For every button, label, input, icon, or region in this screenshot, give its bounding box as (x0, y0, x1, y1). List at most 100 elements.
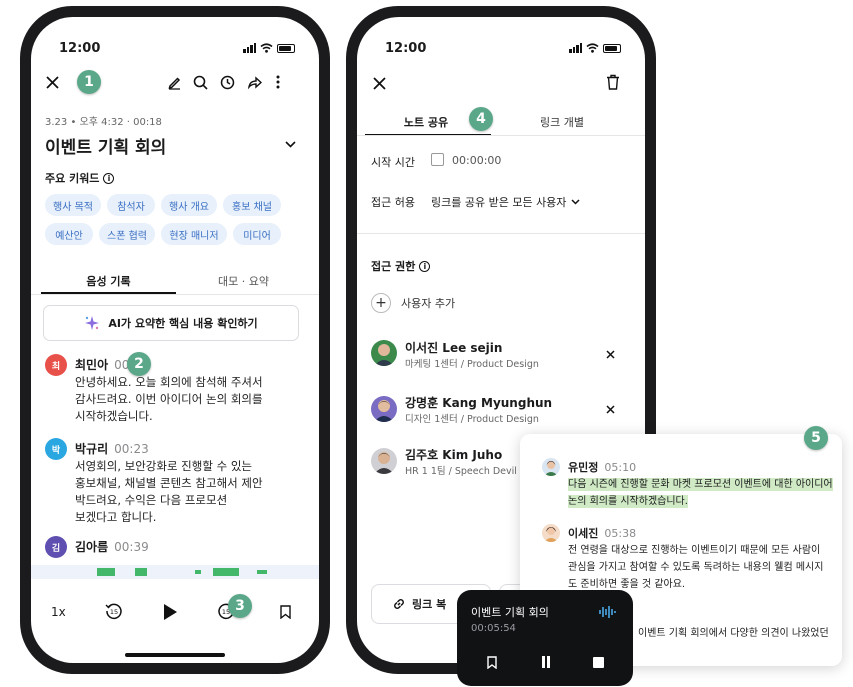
stop-icon[interactable] (591, 654, 605, 670)
commenter-name: 이세진 05:38 (568, 525, 636, 541)
tab-note-share[interactable]: 노트 공유 (371, 114, 481, 130)
keyword-chip[interactable]: 스폰 협력 (99, 223, 155, 245)
waveform-icon (599, 604, 617, 618)
bookmark-icon[interactable] (485, 654, 499, 670)
speaker-name: 최민아 00 (75, 356, 129, 373)
recording-screen: 12:00 1 3.23 • 오후 4:32 · 00:18 이벤트 기획 회의… (31, 17, 319, 663)
access-dropdown[interactable]: 링크를 공유 받은 모든 사용자 (431, 194, 580, 210)
comment-body: 다음 시즌에 진행할 문화 마켓 프로모션 이벤트에 대한 아이디어 논의 회의… (568, 476, 833, 510)
speaker-label: 최민아 (75, 358, 109, 372)
access-value: 링크를 공유 받은 모든 사용자 (431, 196, 567, 209)
remove-icon[interactable] (604, 403, 616, 415)
close-icon[interactable] (371, 75, 387, 91)
avatar: 김 (45, 536, 67, 558)
keyword-chip[interactable]: 미디어 (233, 223, 281, 245)
signal-icon (569, 43, 582, 53)
keyword-chip[interactable]: 참석자 (107, 194, 155, 216)
add-user-button[interactable]: + 사용자 추가 (371, 293, 455, 313)
copy-link-label: 링크 복 (412, 598, 447, 611)
ai-summary-button[interactable]: AI가 요약한 핵심 내용 확인하기 (43, 305, 299, 341)
transcript-message: 안녕하세요. 오늘 회의에 참석해 주셔서 감사드려요. 이번 아이디어 논의 … (75, 374, 285, 425)
trash-icon[interactable] (604, 73, 622, 91)
message-line: 감사드려요. 이번 아이디어 논의 회의를 (75, 392, 263, 406)
avatar (542, 524, 560, 542)
rewind-15-icon[interactable]: 15 (103, 600, 125, 622)
callout-badge-4: 4 (469, 107, 493, 131)
tab-memo-summary[interactable]: 대모 · 요약 (176, 273, 311, 289)
speaker-label: 박규리 (75, 442, 109, 456)
tab-voice-record[interactable]: 음성 기록 (41, 273, 176, 289)
status-time: 12:00 (385, 40, 427, 56)
status-bar: 12:00 (59, 39, 295, 57)
callout-badge-5: 5 (804, 426, 828, 450)
waveform-timeline[interactable] (31, 565, 319, 579)
mini-player[interactable]: 이벤트 기획 회의 00:05:54 (457, 590, 633, 686)
avatar: 박 (45, 438, 67, 460)
permission-label: 접근 권한 (371, 260, 416, 273)
player-title: 이벤트 기획 회의 (471, 606, 549, 619)
close-icon[interactable] (43, 73, 61, 91)
remove-icon[interactable] (604, 348, 616, 360)
playback-speed[interactable]: 1x (51, 605, 66, 619)
permission-header: 접근 권한 i (371, 258, 431, 274)
play-icon[interactable] (159, 601, 181, 623)
bookmark-icon[interactable] (277, 603, 293, 621)
highlighted-line: 논의 회의를 시작하겠습니다. (568, 495, 688, 508)
tab-link-individual[interactable]: 링크 개별 (507, 114, 617, 130)
access-label: 접근 허용 (371, 196, 415, 209)
status-icons (569, 43, 621, 53)
more-icon[interactable] (271, 73, 285, 91)
start-time-value: 00:00:00 (452, 154, 502, 167)
waveform-marker (97, 568, 115, 576)
message-line: 시작하겠습니다. (75, 409, 153, 423)
pause-icon[interactable] (539, 654, 553, 670)
player-elapsed: 00:05:54 (471, 623, 516, 634)
keyword-chip[interactable]: 홍보 채널 (223, 194, 281, 216)
status-icons (243, 43, 295, 53)
timestamp[interactable]: 05:38 (604, 527, 636, 540)
wifi-icon (586, 43, 599, 53)
search-icon[interactable] (191, 73, 209, 91)
recording-meta: 3.23 • 오후 4:32 · 00:18 (45, 117, 162, 128)
keyword-chip[interactable]: 행사 목적 (45, 194, 101, 216)
message-line: 서영회의, 보안강화로 진행할 수 있는 (75, 459, 252, 473)
keyword-chip[interactable]: 행사 개요 (161, 194, 217, 216)
history-icon[interactable] (218, 73, 236, 91)
battery-icon (277, 43, 295, 53)
speaker-name: 김아름 00:39 (75, 538, 149, 555)
keywords-header: 주요 키워드 i (45, 170, 115, 186)
keyword-chip[interactable]: 예산안 (45, 223, 93, 245)
info-icon[interactable]: i (103, 172, 115, 184)
edit-icon[interactable] (165, 73, 183, 91)
timestamp[interactable]: 05:10 (604, 461, 636, 474)
start-time-checkbox[interactable] (431, 153, 444, 166)
avatar (371, 448, 397, 474)
add-user-label: 사용자 추가 (401, 297, 456, 310)
link-icon (394, 599, 404, 609)
message-line: 보겠다고 합니다. (75, 510, 157, 524)
comment-line: 관심을 가지고 참여할 수 있도록 독려하는 내용의 웰컴 메시지 (568, 562, 824, 573)
commenter-label: 이세진 (568, 527, 599, 540)
message-line: 박드려요, 수익은 다음 프로모션 (75, 493, 228, 507)
phone-recording: 12:00 1 3.23 • 오후 4:32 · 00:18 이벤트 기획 회의… (20, 6, 330, 674)
waveform-marker (135, 568, 147, 576)
keyword-chip[interactable]: 현장 매니저 (161, 223, 227, 245)
timestamp[interactable]: 00:23 (114, 442, 149, 456)
info-icon[interactable]: i (419, 260, 431, 272)
section-divider (357, 233, 645, 234)
speaker-label: 김아름 (75, 540, 109, 554)
person-role: 마케팅 1센터 / Product Design (405, 359, 539, 370)
tab-divider (357, 135, 645, 136)
sparkle-icon (85, 316, 100, 330)
keywords-label: 주요 키워드 (45, 172, 100, 185)
chevron-down-icon[interactable] (283, 137, 297, 151)
transcript-message: 서영회의, 보안강화로 진행할 수 있는 홍보채널, 채널별 콘텐츠 참고해서 … (75, 458, 285, 526)
callout-badge-2: 2 (127, 352, 151, 376)
timestamp[interactable]: 00:39 (114, 540, 149, 554)
share-icon[interactable] (245, 73, 263, 91)
avatar (542, 458, 560, 476)
svg-text:15: 15 (110, 608, 118, 616)
message-line: 안녕하세요. 오늘 회의에 참석해 주셔서 (75, 375, 263, 389)
highlighted-line: 다음 시즌에 진행할 문화 마켓 프로모션 이벤트에 대한 아이디어 (568, 478, 833, 491)
status-time: 12:00 (59, 40, 101, 56)
